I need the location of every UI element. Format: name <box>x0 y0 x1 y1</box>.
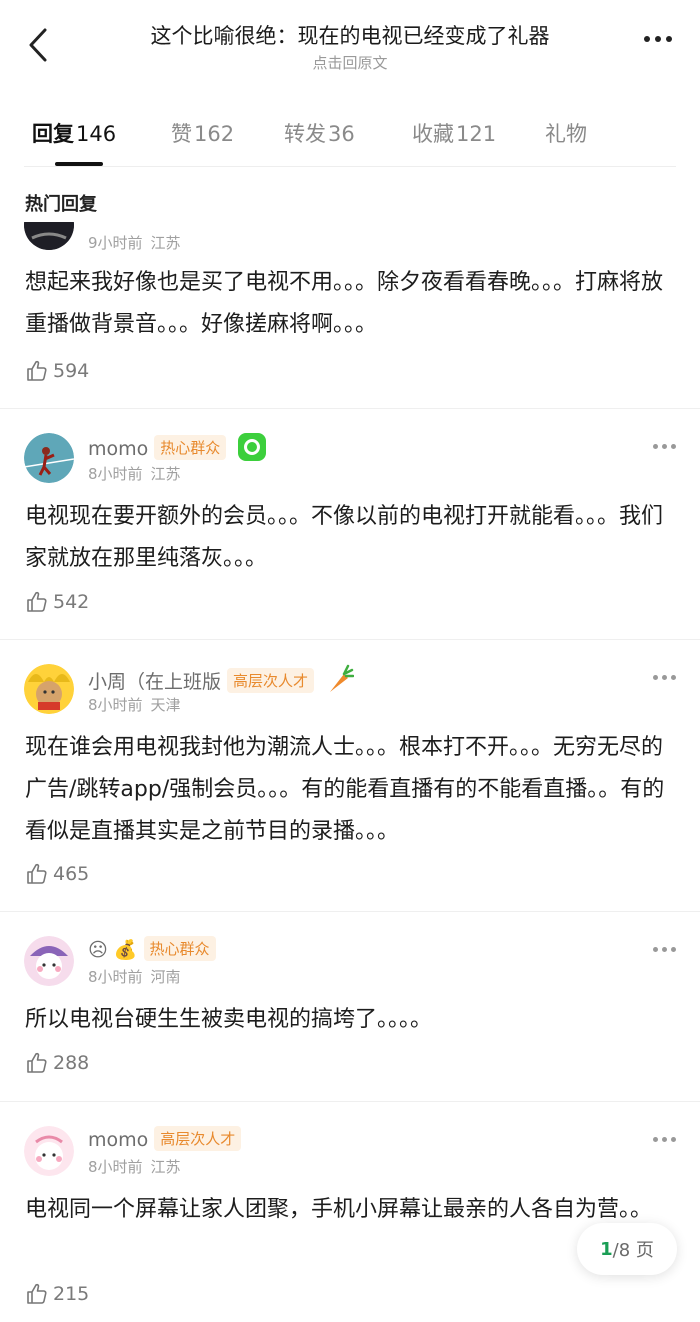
author-name: ☹ <box>88 939 108 961</box>
tab-count: 36 <box>328 122 355 146</box>
chevron-left-icon <box>29 28 47 62</box>
tab-replies[interactable]: 回复146 <box>32 118 116 148</box>
current-page: 1 <box>600 1238 613 1260</box>
avatar[interactable] <box>24 664 74 714</box>
comment-more-button[interactable] <box>653 675 676 680</box>
like-button[interactable]: 594 <box>25 359 89 383</box>
comment-text[interactable]: 想起来我好像也是买了电视不用。。。除夕夜看看春晚。。。打麻将放重播做背景音。。。… <box>25 262 675 346</box>
section-title: 热门回复 <box>25 194 97 215</box>
comment-list: 9小时前 江苏 想起来我好像也是买了电视不用。。。除夕夜看看春晚。。。打麻将放重播… <box>0 222 700 1322</box>
comment-location: 天津 <box>150 696 181 714</box>
tab-label: 收藏 <box>412 122 454 146</box>
comment-author[interactable]: momo 热心群众 <box>88 433 267 461</box>
comment-meta: 8小时前 江苏 <box>88 1156 181 1177</box>
comment-location: 河南 <box>150 968 181 986</box>
page-indicator[interactable]: 1/8 页 <box>577 1223 677 1275</box>
like-count: 542 <box>53 591 90 613</box>
page-title[interactable]: 这个比喻很绝：现在的电视已经变成了礼器 <box>100 20 600 50</box>
author-name: 小周（在上班版 <box>88 671 222 693</box>
user-badge: 热心群众 <box>143 936 216 961</box>
tab-label: 赞 <box>171 122 192 146</box>
avatar[interactable] <box>24 222 74 250</box>
tab-label: 转发 <box>284 122 326 146</box>
like-count: 215 <box>53 1283 90 1305</box>
divider <box>0 911 700 912</box>
like-button[interactable]: 288 <box>25 1051 89 1075</box>
comment-meta: 8小时前 天津 <box>88 694 181 715</box>
user-badge: 高层次人才 <box>227 668 315 693</box>
comment-meta: 8小时前 河南 <box>88 966 181 987</box>
comment-time: 8小时前 <box>88 968 143 986</box>
comment-location: 江苏 <box>150 465 181 483</box>
comment-author[interactable]: ☹ 💰 热心群众 <box>88 936 216 961</box>
back-button[interactable] <box>18 22 58 68</box>
green-badge-icon <box>238 433 267 461</box>
thumbs-up-icon <box>27 1283 47 1304</box>
comment-text[interactable]: 现在谁会用电视我封他为潮流人士。。。根本打不开。。。无穷无尽的广告/跳转app/… <box>25 727 675 853</box>
thumbs-up-icon <box>27 591 47 612</box>
like-count: 288 <box>53 1052 90 1074</box>
total-pages: /8 页 <box>612 1240 654 1261</box>
tab-count: 121 <box>456 122 497 146</box>
avatar[interactable] <box>24 936 74 986</box>
tab-favorites[interactable]: 收藏121 <box>412 118 496 148</box>
like-count: 465 <box>53 863 90 885</box>
author-name: momo <box>88 1129 149 1151</box>
thumbs-up-icon <box>27 360 47 381</box>
divider <box>0 408 700 409</box>
thumbs-up-icon <box>27 1052 47 1073</box>
tab-likes[interactable]: 赞162 <box>171 118 234 148</box>
like-button[interactable]: 215 <box>25 1282 89 1306</box>
comment-text[interactable]: 电视现在要开额外的会员。。。不像以前的电视打开就能看。。。我们家就放在那里纯落灰… <box>25 496 675 580</box>
comment-time: 8小时前 <box>88 465 143 483</box>
comment-text[interactable]: 电视同一个屏幕让家人团聚，手机小屏幕让最亲的人各自为营。。 <box>25 1189 675 1231</box>
back-to-original-link[interactable]: 点击回原文 <box>100 52 600 73</box>
like-button[interactable]: 465 <box>25 862 89 886</box>
thumbs-up-icon <box>27 863 47 884</box>
comment-text[interactable]: 所以电视台硬生生被卖电视的搞垮了。。。。 <box>25 999 675 1041</box>
comment-time: 9小时前 <box>88 234 143 252</box>
tab-count: 146 <box>76 122 117 146</box>
comment-time: 8小时前 <box>88 1158 143 1176</box>
comment-more-button[interactable] <box>653 1137 676 1142</box>
divider <box>24 166 676 167</box>
user-badge: 高层次人才 <box>154 1126 242 1151</box>
comment-meta: 8小时前 江苏 <box>88 463 181 484</box>
like-button[interactable]: 542 <box>25 590 89 614</box>
tab-count: 162 <box>194 122 235 146</box>
comment-meta: 9小时前 江苏 <box>88 232 181 253</box>
comment-more-button[interactable] <box>653 444 676 449</box>
divider <box>0 1101 700 1102</box>
avatar[interactable] <box>24 433 74 483</box>
top-bar: 这个比喻很绝：现在的电视已经变成了礼器 点击回原文 <box>0 0 700 90</box>
comment-more-button[interactable] <box>653 947 676 952</box>
tab-label: 回复 <box>32 122 74 146</box>
more-options-button[interactable] <box>644 36 672 42</box>
comment-author[interactable]: momo 高层次人才 <box>88 1126 242 1151</box>
comment-time: 8小时前 <box>88 696 143 714</box>
comment-location: 江苏 <box>150 1158 181 1176</box>
user-badge: 热心群众 <box>154 435 227 460</box>
comment-location: 江苏 <box>150 234 181 252</box>
avatar[interactable] <box>24 1126 74 1176</box>
carrot-icon <box>326 664 355 699</box>
divider <box>0 639 700 640</box>
tab-gifts[interactable]: 礼物 <box>545 118 589 148</box>
like-count: 594 <box>53 360 90 382</box>
tab-bar: 回复146 赞162 转发36 收藏121 礼物 <box>0 110 700 166</box>
author-name: momo <box>88 438 149 460</box>
money-bag-icon: 💰 <box>113 939 138 961</box>
tab-label: 礼物 <box>545 122 587 146</box>
tab-reposts[interactable]: 转发36 <box>284 118 355 148</box>
